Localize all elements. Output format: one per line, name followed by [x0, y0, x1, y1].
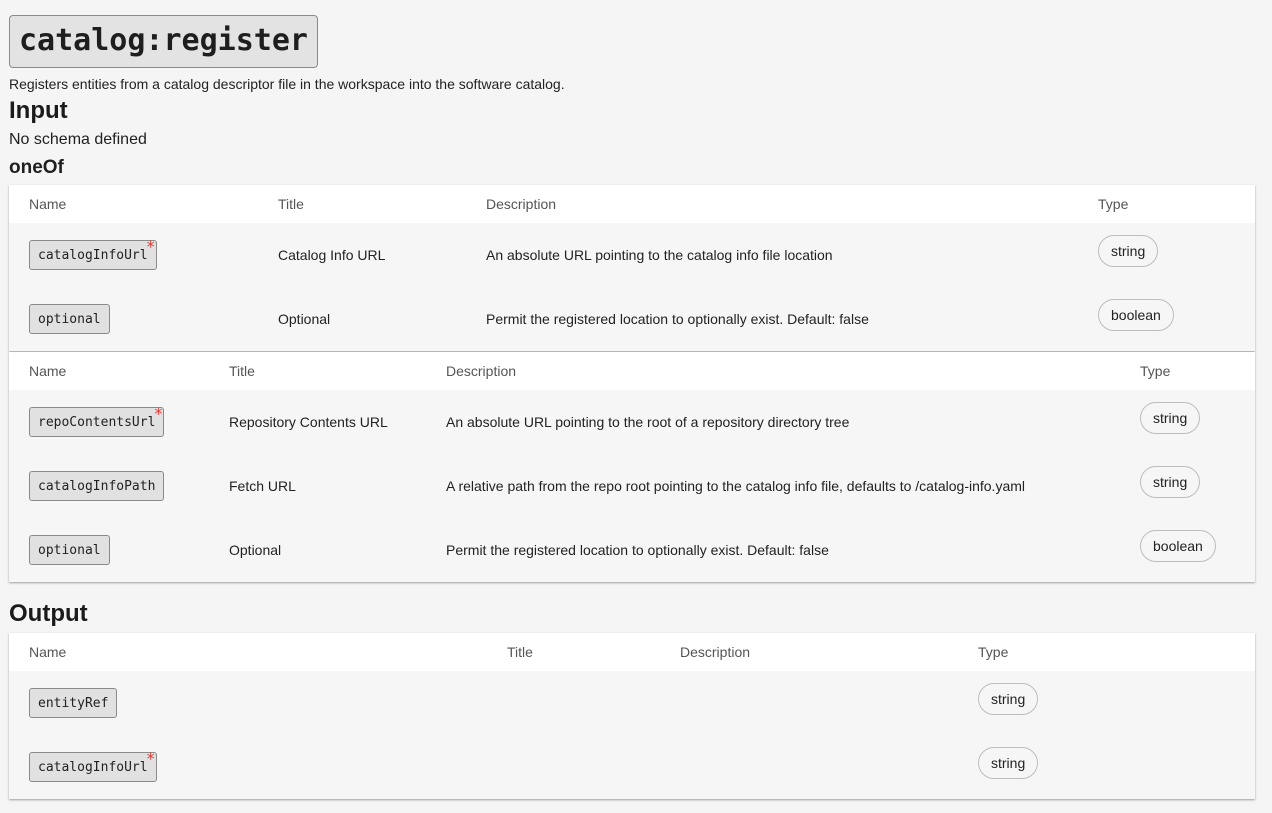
table-row: optional Optional Permit the registered … — [9, 287, 1255, 351]
property-name: optional — [29, 535, 110, 565]
table-row: entityRef string — [9, 671, 1255, 735]
action-title: catalog:register — [9, 15, 318, 68]
table-header-row: Name Title Description Type — [9, 633, 1255, 671]
name-cell: entityRef — [9, 671, 487, 735]
one-of-table-1: Name Title Description Type catalogInfoU… — [9, 185, 1255, 351]
output-table: Name Title Description Type entityRef st… — [9, 633, 1255, 799]
property-name-text: catalogInfoUrl — [38, 248, 148, 263]
type-cell: string — [958, 671, 1255, 735]
description-cell — [660, 735, 958, 799]
column-header-title: Title — [278, 196, 304, 212]
title-cell: Optional — [229, 542, 282, 558]
type-chip: string — [1140, 466, 1201, 498]
property-name-text: catalogInfoPath — [38, 479, 156, 494]
type-cell: string — [1120, 390, 1255, 454]
column-header-type: Type — [1098, 196, 1129, 212]
schema-table: Name Title Description Type entityRef st… — [9, 633, 1255, 799]
name-cell: catalogInfoPath — [9, 454, 209, 518]
schema-table: Name Title Description Type catalogInfoU… — [9, 185, 1255, 351]
type-cell: string — [958, 735, 1255, 799]
title-cell: Optional — [278, 311, 331, 327]
table-row: catalogInfoUrl * string — [9, 735, 1255, 799]
one-of-table-2: Name Title Description Type repoContents… — [9, 352, 1255, 582]
property-name: catalogInfoUrl * — [29, 749, 157, 782]
property-name-text: repoContentsUrl — [38, 415, 156, 430]
required-marker: * — [154, 404, 163, 423]
property-name: catalogInfoPath — [29, 471, 165, 501]
description-cell — [660, 671, 958, 735]
property-name-text: catalogInfoUrl — [38, 760, 148, 775]
name-cell: optional — [9, 287, 258, 351]
title-cell: Catalog Info URL — [278, 247, 386, 263]
type-chip: string — [978, 683, 1039, 715]
type-cell: string — [1078, 223, 1255, 287]
description-cell: An absolute URL pointing to the catalog … — [486, 247, 833, 263]
table-header-row: Name Title Description Type — [9, 352, 1255, 390]
name-cell: catalogInfoUrl * — [9, 223, 258, 287]
type-cell: string — [1120, 454, 1255, 518]
action-description: Registers entities from a catalog descri… — [9, 76, 565, 92]
column-header-type: Type — [978, 644, 1009, 660]
required-marker: * — [146, 749, 155, 768]
name-cell: repoContentsUrl * — [9, 390, 209, 454]
column-header-title: Title — [229, 363, 255, 379]
column-header-name: Name — [29, 363, 67, 379]
no-schema-text: No schema defined — [9, 131, 147, 148]
type-chip: boolean — [1140, 530, 1216, 562]
property-name-text: entityRef — [38, 696, 109, 711]
description-cell: An absolute URL pointing to the root of … — [446, 414, 850, 430]
title-cell — [487, 735, 660, 799]
action-page: catalog:register Registers entities from… — [9, 15, 1255, 799]
column-header-description: Description — [680, 644, 751, 660]
property-name-text: optional — [38, 312, 101, 327]
table-header-row: Name Title Description Type — [9, 185, 1255, 223]
column-header-description: Description — [446, 363, 517, 379]
type-chip: string — [1140, 402, 1201, 434]
description-cell: Permit the registered location to option… — [446, 542, 829, 558]
property-name: repoContentsUrl * — [29, 404, 165, 437]
table-row: catalogInfoPath Fetch URL A relative pat… — [9, 454, 1255, 518]
property-name: optional — [29, 304, 110, 334]
table-row: repoContentsUrl * Repository Contents URL… — [9, 390, 1255, 454]
description-cell: Permit the registered location to option… — [486, 311, 869, 327]
type-chip: boolean — [1098, 299, 1174, 331]
one-of-heading: oneOf — [9, 157, 64, 178]
schema-table: Name Title Description Type repoContents… — [9, 352, 1255, 582]
required-marker: * — [146, 237, 155, 256]
table-row: catalogInfoUrl * Catalog Info URL An abso… — [9, 223, 1255, 287]
column-header-name: Name — [29, 644, 67, 660]
type-chip: string — [1098, 235, 1159, 267]
column-header-description: Description — [486, 196, 557, 212]
property-name-text: optional — [38, 543, 101, 558]
type-chip: string — [978, 747, 1039, 779]
column-header-title: Title — [507, 644, 533, 660]
title-cell: Fetch URL — [229, 478, 296, 494]
name-cell: catalogInfoUrl * — [9, 735, 487, 799]
property-name: catalogInfoUrl * — [29, 237, 157, 270]
output-heading: Output — [9, 600, 88, 627]
input-heading: Input — [9, 97, 68, 124]
column-header-name: Name — [29, 196, 67, 212]
description-cell: A relative path from the repo root point… — [446, 478, 1026, 494]
name-cell: optional — [9, 518, 209, 582]
type-cell: boolean — [1120, 518, 1255, 582]
table-row: optional Optional Permit the registered … — [9, 518, 1255, 582]
title-cell: Repository Contents URL — [229, 414, 388, 430]
title-cell — [487, 671, 660, 735]
column-header-type: Type — [1140, 363, 1171, 379]
type-cell: boolean — [1078, 287, 1255, 351]
property-name: entityRef — [29, 688, 118, 718]
